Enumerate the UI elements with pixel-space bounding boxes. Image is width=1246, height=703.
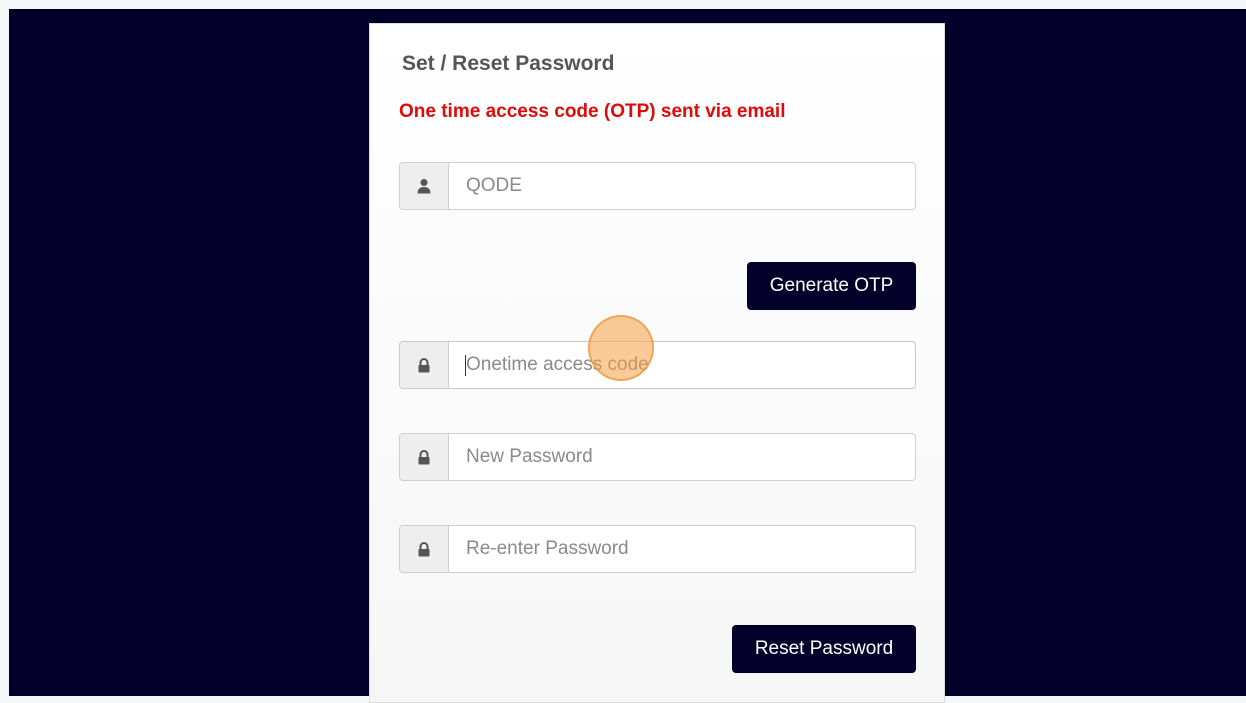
- lock-icon: [400, 434, 449, 480]
- page-title: Set / Reset Password: [402, 52, 615, 75]
- reset-password-button[interactable]: Reset Password: [732, 625, 916, 673]
- new-password-input[interactable]: [449, 434, 915, 480]
- otp-sent-notice: One time access code (OTP) sent via emai…: [399, 101, 786, 122]
- password-reset-card: Set / Reset Password One time access cod…: [369, 23, 945, 703]
- reenter-password-field-group: [399, 525, 916, 573]
- username-field-group: [399, 162, 916, 210]
- username-input[interactable]: [449, 163, 915, 209]
- lock-icon: [400, 526, 449, 572]
- generate-otp-button[interactable]: Generate OTP: [747, 262, 916, 310]
- otp-input[interactable]: [449, 342, 915, 388]
- new-password-field-group: [399, 433, 916, 481]
- user-icon: [400, 163, 449, 209]
- reenter-password-input[interactable]: [449, 526, 915, 572]
- lock-icon: [400, 342, 449, 388]
- otp-field-group: [399, 341, 916, 389]
- text-cursor: [465, 355, 466, 376]
